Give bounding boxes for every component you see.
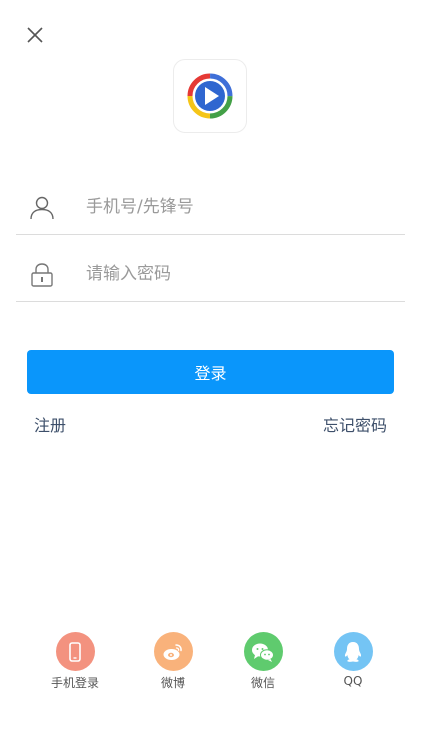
play-logo-icon (187, 73, 233, 119)
wechat-icon (252, 643, 274, 662)
app-logo (173, 59, 247, 133)
close-button[interactable] (22, 22, 48, 48)
qq-login-button[interactable]: QQ (313, 632, 393, 688)
wechat-login-circle (243, 632, 283, 671)
qq-login-circle (333, 632, 373, 671)
login-button[interactable]: 登录 (27, 350, 394, 394)
weibo-login-button[interactable]: 微博 (133, 632, 213, 691)
phone-login-button[interactable]: 手机登录 (35, 632, 115, 691)
weibo-icon (163, 643, 182, 660)
account-input[interactable] (86, 190, 386, 224)
close-icon (27, 27, 43, 43)
account-field-row (16, 180, 405, 235)
weibo-login-label: 微博 (160, 676, 185, 690)
forgot-password-link[interactable]: 忘记密码 (323, 412, 387, 436)
phone-login-circle (55, 632, 95, 671)
qq-icon (344, 641, 362, 662)
phone-icon (69, 641, 81, 662)
register-link[interactable]: 注册 (34, 412, 66, 436)
phone-login-label: 手机登录 (50, 676, 99, 690)
user-icon (30, 196, 54, 220)
password-input[interactable] (86, 257, 386, 291)
qq-login-label: QQ (343, 674, 363, 688)
lock-icon (31, 263, 53, 287)
wechat-login-button[interactable]: 微信 (223, 632, 303, 691)
password-field-row (16, 247, 405, 302)
wechat-login-label: 微信 (250, 676, 275, 690)
weibo-login-circle (153, 632, 193, 671)
